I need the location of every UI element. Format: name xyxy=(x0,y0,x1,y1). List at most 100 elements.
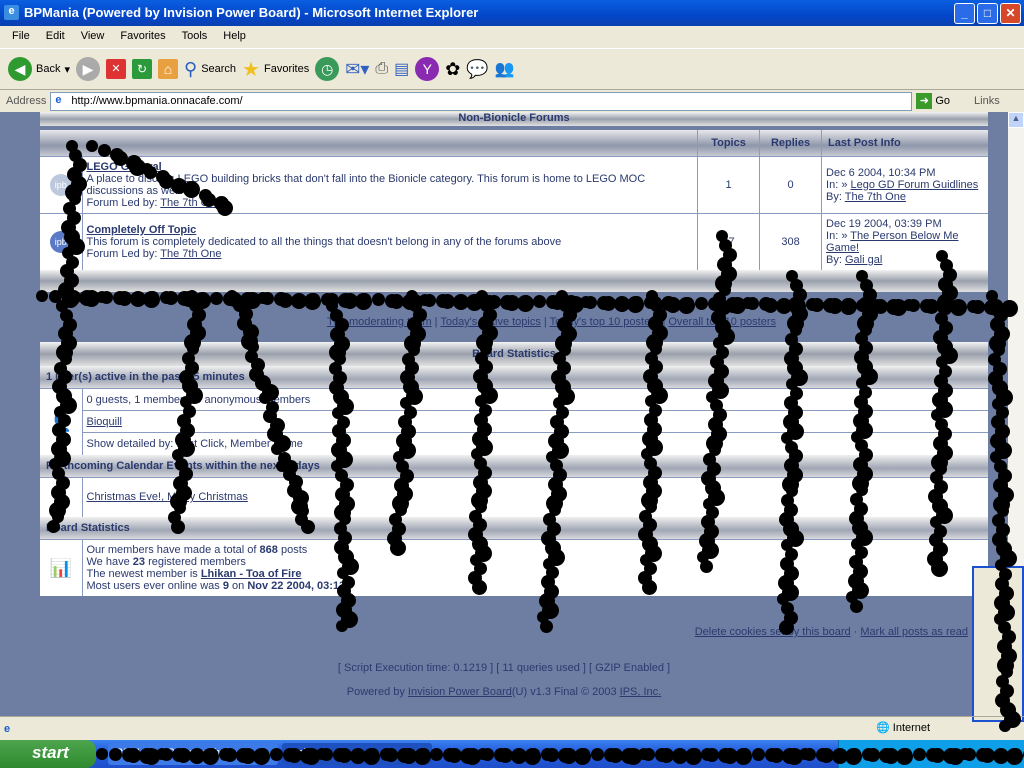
active-counts: 0 guests, 1 members, 0 anonymous members xyxy=(81,388,988,411)
scribble-dot xyxy=(159,748,173,761)
replies-count: 0 xyxy=(759,155,822,213)
history-icon[interactable]: ◷ xyxy=(315,57,340,81)
ipb-link[interactable]: Invision Power Board xyxy=(408,686,512,698)
go-arrow-icon: ➜ xyxy=(916,93,933,109)
minimize-button[interactable]: _ xyxy=(954,3,975,24)
last-post-topic-link[interactable]: Lego GD Forum Guidlines xyxy=(851,179,979,191)
address-input[interactable]: http://www.bpmania.onnacafe.com/ xyxy=(50,91,913,111)
scribble-dot xyxy=(422,294,436,308)
active-user-link[interactable]: Bioquill xyxy=(87,416,122,428)
scribble-dot xyxy=(850,600,863,613)
edit-icon[interactable]: ▤ xyxy=(394,59,409,79)
scribble-dot xyxy=(700,560,713,573)
print-icon[interactable]: ⎙ xyxy=(375,60,388,78)
forum-table-header: Topics Replies Last Post Info xyxy=(40,130,988,156)
menu-file[interactable]: File xyxy=(4,30,38,44)
favorites-button[interactable]: ★ Favorites xyxy=(242,57,309,82)
scribble-dot xyxy=(1010,748,1023,760)
links-button[interactable]: Links xyxy=(974,95,1000,107)
zone-internet: 🌐 Internet xyxy=(876,722,931,734)
bar-chart-icon: 📊 xyxy=(40,539,82,596)
last-post-date: Dec 19 2004, 03:39 PM xyxy=(826,217,942,230)
window-title: BPMania (Powered by Invision Power Board… xyxy=(24,5,479,20)
start-button[interactable]: start xyxy=(0,740,96,768)
scribble-dot xyxy=(899,748,912,760)
title-bar: e BPMania (Powered by Invision Power Boa… xyxy=(0,0,1024,26)
forward-button[interactable]: ▶ xyxy=(76,57,100,81)
scribble-dot xyxy=(417,748,430,760)
scroll-up-icon[interactable]: ▲ xyxy=(1008,112,1024,128)
maximize-button[interactable]: □ xyxy=(977,3,998,24)
scribble-dot xyxy=(856,298,870,312)
go-button[interactable]: ➜ Go xyxy=(916,93,950,109)
refresh-icon[interactable]: ↻ xyxy=(132,59,152,79)
scribble-dot xyxy=(325,292,340,307)
flower-icon[interactable]: ✿ xyxy=(445,59,460,80)
scribble-dot xyxy=(390,540,406,556)
scribble-dot xyxy=(584,295,598,309)
scribble-dot xyxy=(540,620,553,633)
users-icon[interactable]: 👥 xyxy=(495,59,515,79)
search-icon: ⚲ xyxy=(184,58,198,79)
menu-edit[interactable]: Edit xyxy=(38,30,73,44)
delete-cookies-link[interactable]: Delete cookies set by this board xyxy=(695,626,851,638)
home-icon[interactable]: ⌂ xyxy=(158,59,178,79)
toolbar: ◀ Back ▾ ▶ ✕ ↻ ⌂ ⚲ Search ★ Favorites ◷ ✉▾ … xyxy=(0,48,1024,90)
scribble-dot xyxy=(971,299,986,314)
mail-icon[interactable]: ✉▾ xyxy=(345,59,369,80)
scribble-dot xyxy=(681,296,694,309)
scribble-dot xyxy=(256,748,269,760)
mark-read-link[interactable]: Mark all posts as read xyxy=(860,626,968,638)
forum-leader-link[interactable]: The 7th One xyxy=(160,248,221,260)
search-button[interactable]: ⚲ Search xyxy=(184,59,236,80)
forum-link[interactable]: Completely Off Topic xyxy=(87,224,197,236)
scribble-dot xyxy=(48,290,62,304)
scribble-dot xyxy=(269,748,283,761)
scribble-dot xyxy=(694,296,708,310)
newest-member-link[interactable]: Lhikan - Toa of Fire xyxy=(201,568,302,580)
menu-favorites[interactable]: Favorites xyxy=(112,30,173,44)
menu-view[interactable]: View xyxy=(73,30,113,44)
execution-info: [ Script Execution time: 0.1219 ] [ 11 q… xyxy=(337,662,671,674)
scribble-dot xyxy=(47,520,60,533)
registered-members: 23 xyxy=(132,556,146,568)
scribble-dot xyxy=(912,748,926,761)
col-last-post: Last Post Info xyxy=(821,130,988,156)
scribble-dot xyxy=(96,748,108,760)
scribble-dot xyxy=(752,748,766,761)
col-topics: Topics xyxy=(697,130,760,156)
star-icon: ★ xyxy=(242,58,260,81)
status-bar: e 🌐 Internet xyxy=(0,716,1024,740)
scribble-dot xyxy=(688,748,701,760)
scribble-dot xyxy=(931,560,948,577)
back-button[interactable]: ◀ Back ▾ xyxy=(8,57,70,81)
scribble-dot xyxy=(366,748,379,760)
scribble-dot xyxy=(217,200,233,216)
scribble-dot xyxy=(792,297,805,310)
ips-link[interactable]: IPS, Inc. xyxy=(620,686,662,698)
menu-help[interactable]: Help xyxy=(215,30,254,44)
last-poster-link[interactable]: The 7th One xyxy=(845,191,906,203)
scribble-dot xyxy=(146,291,159,304)
menu-tools[interactable]: Tools xyxy=(174,30,216,44)
address-label: Address xyxy=(6,95,47,107)
scribble-dot xyxy=(954,299,967,312)
scribble-dot xyxy=(779,620,794,635)
last-poster-link[interactable]: Gali gal xyxy=(845,254,882,266)
category-footer xyxy=(40,270,988,292)
discuss-icon[interactable]: 💬 xyxy=(466,59,488,80)
address-bar: Address http://www.bpmania.onnacafe.com/… xyxy=(0,90,1024,112)
scribble-dot xyxy=(98,143,112,157)
stop-icon[interactable]: ✕ xyxy=(106,59,126,79)
ie-icon: e xyxy=(4,5,19,20)
forum-row: ipb Completely Off Topic This forum is c… xyxy=(40,212,988,270)
close-button[interactable]: ✕ xyxy=(1000,3,1021,24)
scribble-dot xyxy=(336,620,348,632)
menu-bar: File Edit View Favorites Tools Help xyxy=(0,26,1024,48)
last-post-date: Dec 6 2004, 10:34 PM xyxy=(826,166,936,179)
calendar-event-link[interactable]: Christmas Eve!, Merry Christmas xyxy=(87,491,248,503)
scribble-dot xyxy=(36,290,48,302)
scribble-dot xyxy=(301,520,315,534)
back-arrow-icon: ◀ xyxy=(8,57,32,81)
messenger-icon[interactable]: Y xyxy=(415,57,440,81)
